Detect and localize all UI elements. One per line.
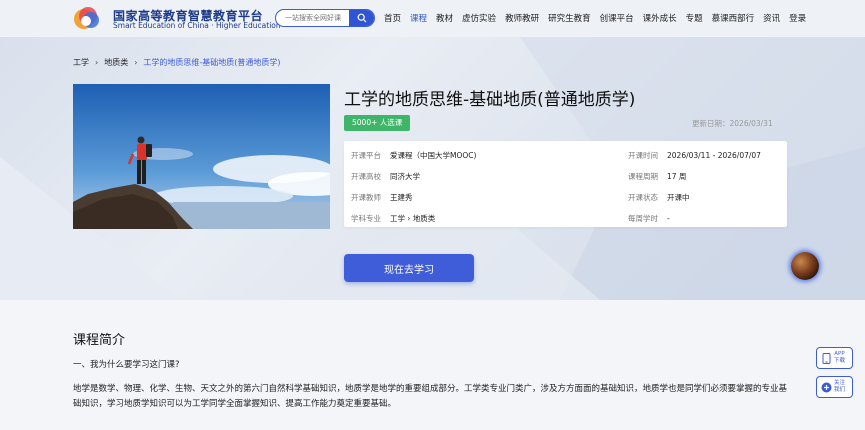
info-platform: 开课平台 爱课程（中国大学MOOC) bbox=[351, 150, 476, 161]
enrollment-badge: 5000+ 人选课 bbox=[344, 115, 411, 131]
nav-item[interactable]: 创课平台 bbox=[600, 12, 634, 24]
top-header: 国家高等教育智慧教育平台 Smart Education of China · … bbox=[0, 0, 865, 37]
follow-us-label: 关注 我们 bbox=[834, 380, 846, 393]
course-banner: 工学 › 地质类 › 工学的地质思维-基础地质(普通地质学) 工学的地质思维-基… bbox=[0, 37, 865, 300]
search-input[interactable] bbox=[276, 10, 352, 26]
nav-item[interactable]: 教材 bbox=[436, 12, 453, 24]
course-info-card: 开课平台 爱课程（中国大学MOOC) 开课高校 同济大学 开课教师 王建秀 学科专业工… bbox=[344, 141, 787, 227]
nav-item[interactable]: 专题 bbox=[686, 12, 703, 24]
info-label: 开课状态 bbox=[628, 193, 658, 202]
info-label: 开课时间 bbox=[628, 151, 658, 160]
info-value: 王建秀 bbox=[390, 193, 413, 202]
course-intro-section: 课程简介 一、我为什么要学习这门课? 地学是数学、物理、化学、生物、天文之外的第… bbox=[0, 300, 865, 430]
info-start-time: 开课时间 2026/03/11 - 2026/07/07 bbox=[628, 150, 761, 161]
info-university: 开课高校 同济大学 bbox=[351, 171, 420, 182]
info-value: 2026/03/11 - 2026/07/07 bbox=[667, 151, 761, 160]
nav-item[interactable]: 虚仿实验 bbox=[462, 12, 496, 24]
info-value: 爱课程（中国大学MOOC) bbox=[390, 151, 477, 160]
phone-icon bbox=[821, 352, 832, 364]
course-cover-image bbox=[73, 84, 330, 229]
follow-us-button[interactable]: 关注 我们 bbox=[816, 376, 853, 398]
intro-paragraph: 地学是数学、物理、化学、生物、天文之外的第六门自然科学基础知识，地质学是地学的重… bbox=[73, 384, 788, 409]
breadcrumb-current: 工学的地质思维-基础地质(普通地质学) bbox=[143, 58, 281, 67]
info-teacher: 开课教师 王建秀 bbox=[351, 192, 413, 203]
breadcrumb-item-level1[interactable]: 工学 bbox=[73, 57, 89, 68]
intro-question: 一、我为什么要学习这门课? bbox=[73, 360, 180, 370]
info-weekly-hours: 每周学时 - bbox=[628, 213, 670, 224]
info-label: 每周学时 bbox=[628, 214, 658, 223]
info-value: 17 周 bbox=[667, 172, 687, 181]
search-icon bbox=[357, 13, 366, 23]
info-label: 课程周期 bbox=[628, 172, 658, 181]
search-button[interactable] bbox=[349, 10, 374, 26]
nav-item[interactable]: 首页 bbox=[384, 12, 401, 24]
start-learning-button[interactable]: 现在去学习 bbox=[344, 254, 474, 282]
info-duration: 课程周期 17 周 bbox=[628, 171, 686, 182]
nav-item[interactable]: 课程 bbox=[410, 12, 427, 24]
breadcrumb-item-level2[interactable]: 地质类 bbox=[104, 57, 128, 68]
nav-item[interactable]: 研究生教育 bbox=[548, 12, 591, 24]
platform-logo-icon[interactable] bbox=[73, 5, 101, 31]
chevron-right-icon: › bbox=[134, 58, 138, 67]
info-label: 开课平台 bbox=[351, 151, 381, 160]
info-value[interactable]: 同济大学 bbox=[390, 172, 420, 181]
info-value: 开课中 bbox=[667, 193, 690, 202]
nav-item[interactable]: 课外成长 bbox=[643, 12, 677, 24]
update-date: 更新日期：2026/03/31 bbox=[692, 119, 773, 128]
nav-item[interactable]: 登录 bbox=[789, 12, 806, 24]
platform-name-en: Smart Education of China · Higher Educat… bbox=[113, 21, 281, 30]
info-value[interactable]: 工学 › 地质类 bbox=[390, 214, 435, 223]
section-title: 课程简介 bbox=[73, 333, 126, 348]
nav-item[interactable]: 慕课西部行 bbox=[712, 12, 755, 24]
info-label: 学科专业 bbox=[351, 214, 381, 223]
main-nav: 首页 课程 教材 虚仿实验 教师教研 研究生教育 创课平台 课外成长 专题 慕课西部行 资讯 登录 bbox=[384, 12, 806, 24]
info-label: 开课教师 bbox=[351, 193, 381, 202]
info-major: 学科专业 工学 › 地质类 bbox=[351, 213, 435, 224]
breadcrumb: 工学 › 地质类 › 工学的地质思维-基础地质(普通地质学) bbox=[73, 57, 281, 68]
course-title: 工学的地质思维-基础地质(普通地质学) bbox=[344, 90, 636, 110]
app-download-label: APP 下载 bbox=[834, 351, 846, 364]
plus-circle-icon bbox=[821, 382, 832, 393]
nav-item[interactable]: 资讯 bbox=[763, 12, 780, 24]
info-status: 开课状态 开课中 bbox=[628, 192, 690, 203]
search-box bbox=[275, 9, 375, 27]
info-label: 开课高校 bbox=[351, 172, 381, 181]
nav-item[interactable]: 教师教研 bbox=[505, 12, 539, 24]
floating-planet-icon[interactable] bbox=[791, 252, 819, 280]
app-download-button[interactable]: APP 下载 bbox=[816, 347, 853, 369]
chevron-right-icon: › bbox=[95, 58, 99, 67]
info-value: - bbox=[667, 214, 670, 223]
